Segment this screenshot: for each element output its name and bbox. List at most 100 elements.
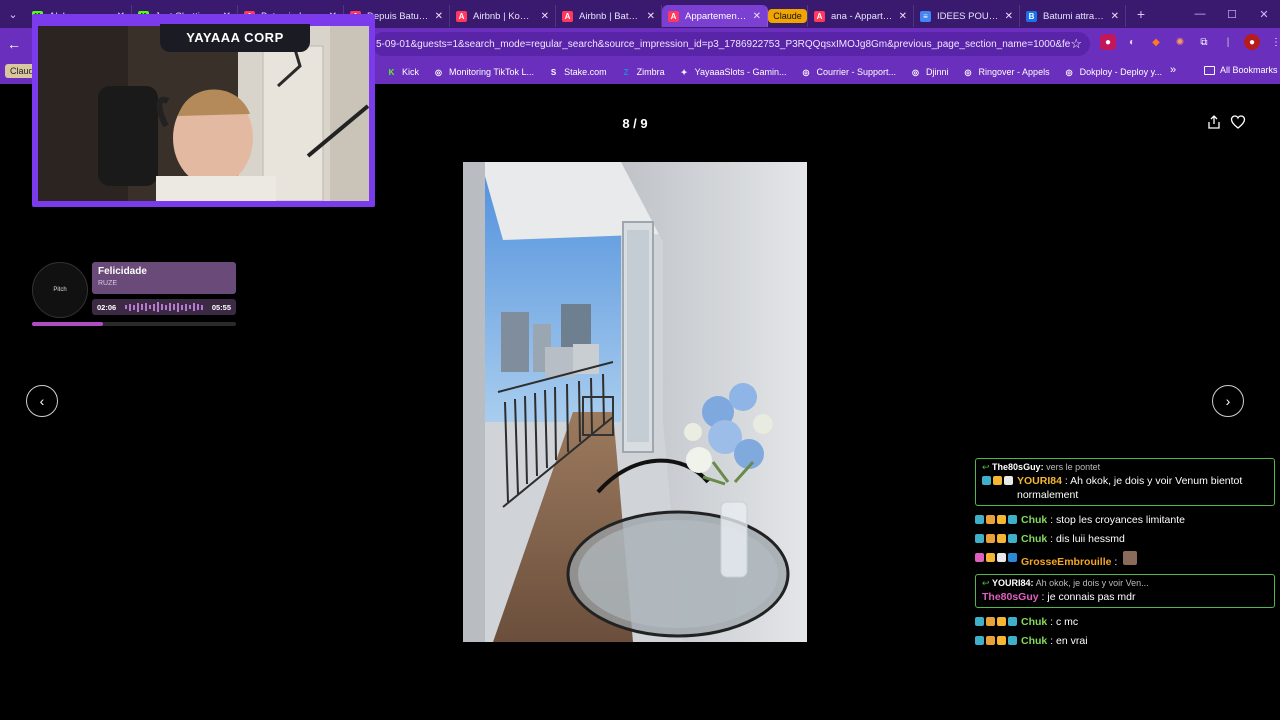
- chat-message: Chuk : en vrai: [975, 634, 1275, 648]
- bookmark-item[interactable]: ◎ Dokploy - Deploy y...: [1064, 67, 1162, 78]
- chat-badges: [975, 513, 1017, 524]
- all-bookmarks-label: All Bookmarks: [1220, 65, 1278, 75]
- tab-label: IDEES POUR LE: [937, 10, 999, 22]
- tab-favicon-icon: A: [562, 10, 573, 22]
- puzzle-icon[interactable]: ⧉: [1196, 34, 1212, 50]
- waveform-bar: [165, 304, 167, 310]
- bookmark-label: Dokploy - Deploy y...: [1079, 67, 1162, 77]
- waveform-bar: [177, 302, 179, 312]
- waveform-bar: [125, 305, 127, 309]
- heart-icon[interactable]: [1230, 114, 1246, 130]
- bookmark-item[interactable]: S Stake.com: [548, 67, 607, 78]
- chat-reply-reference: ↩ YOURI84: Ah okok, je dois y voir Ven..…: [982, 578, 1268, 589]
- waveform-bar: [133, 304, 135, 310]
- track-timeline: 02:06 05:55: [92, 299, 236, 315]
- reply-arrow-icon: ↩: [982, 462, 993, 472]
- extension-icon[interactable]: ●: [1100, 34, 1116, 50]
- all-bookmarks-button[interactable]: All Bookmarks: [1204, 65, 1278, 75]
- bookmark-star-icon[interactable]: ☆: [1070, 36, 1082, 52]
- tab-label: Appartement mo: [685, 10, 747, 22]
- browser-tab[interactable]: A Airbnb | Kobulet ✕: [450, 5, 556, 27]
- url-text[interactable]: 5-09-01&guests=1&search_mode=regular_sea…: [376, 39, 1070, 50]
- chat-username[interactable]: Chuk: [1021, 635, 1047, 647]
- next-photo-button[interactable]: ›: [1212, 385, 1244, 417]
- chat-body: Chuk : stop les croyances limitante: [1021, 513, 1185, 527]
- tab-search-icon[interactable]: ⌄: [0, 0, 26, 28]
- photo-counter: 8 / 9: [622, 116, 648, 131]
- chat-badge-icon: [1008, 617, 1017, 626]
- bookmark-icon: Z: [623, 67, 629, 77]
- minimize-icon[interactable]: —: [1184, 0, 1216, 28]
- bookmark-item[interactable]: ◎ Monitoring TikTok L...: [433, 67, 534, 78]
- chat-badge-icon: [975, 534, 984, 543]
- browser-tab[interactable]: A Appartement mo ✕: [662, 5, 768, 27]
- webcam-frame: YAYAAA CORP: [32, 14, 375, 207]
- browser-tab[interactable]: Aana - Appartem ✕: [808, 5, 914, 27]
- browser-tab[interactable]: A Airbnb | Batumi ✕: [556, 5, 662, 27]
- browser-tab[interactable]: ≡ IDEES POUR LE ✕: [914, 5, 1020, 27]
- reply-arrow-icon: ↩: [982, 578, 993, 588]
- tab-close-icon[interactable]: ✕: [541, 11, 549, 22]
- bookmark-item[interactable]: ✦ YayaaaSlots - Gamin...: [679, 67, 787, 78]
- chat-body: YOURI84 : Ah okok, je dois y voir Venum …: [1017, 474, 1268, 502]
- chat-username[interactable]: Chuk: [1021, 533, 1047, 545]
- bookmark-item[interactable]: ◎ Courrier - Support...: [800, 67, 896, 78]
- reply-username: The80sGuy:: [992, 462, 1044, 472]
- waveform-bar: [129, 303, 131, 311]
- chat-message: Chuk : stop les croyances limitante: [975, 513, 1275, 527]
- listing-photo: [463, 162, 807, 642]
- tab-close-icon[interactable]: ✕: [435, 11, 443, 22]
- share-icon[interactable]: [1206, 114, 1222, 130]
- chat-badge-icon: [986, 515, 995, 524]
- browser-tab[interactable]: B Batumi attractio ✕: [1020, 5, 1126, 27]
- chat-message: Chuk : dis luii hessmd: [975, 532, 1275, 546]
- chat-username[interactable]: The80sGuy: [982, 591, 1039, 603]
- waveform-bar: [181, 304, 183, 310]
- chat-message: YOURI84 : Ah okok, je dois y voir Venum …: [982, 474, 1268, 502]
- chat-reply-reference: ↩ The80sGuy: vers le pontet: [982, 462, 1268, 473]
- waveform-bar: [201, 304, 203, 310]
- extension-icon[interactable]: ✺: [1172, 34, 1188, 50]
- bookmark-icon: ◎: [964, 67, 972, 77]
- chat-badge-icon: [986, 534, 995, 543]
- tab-close-icon[interactable]: ✕: [647, 11, 655, 22]
- bookmark-icon: ✦: [680, 67, 688, 77]
- chat-username[interactable]: Chuk: [1021, 616, 1047, 628]
- chat-username[interactable]: YOURI84: [1017, 475, 1062, 487]
- chat-badges: [975, 634, 1017, 645]
- bookmark-item[interactable]: Z Zimbra: [621, 67, 665, 78]
- bookmark-item[interactable]: K Kick: [386, 67, 419, 78]
- close-window-icon[interactable]: ✕: [1248, 0, 1280, 28]
- track-progress-bar: [32, 322, 236, 326]
- chat-username[interactable]: Chuk: [1021, 514, 1047, 526]
- omnibox[interactable]: 5-09-01&guests=1&search_mode=regular_sea…: [372, 32, 1090, 56]
- chat-badge-icon: [993, 476, 1002, 485]
- chat-separator: :: [1047, 514, 1057, 526]
- maximize-icon[interactable]: ☐: [1216, 0, 1248, 28]
- tab-close-icon[interactable]: ✕: [753, 11, 761, 22]
- bookmark-item[interactable]: ◎ Ringover - Appels: [963, 67, 1050, 78]
- chat-reply: ↩ YOURI84: Ah okok, je dois y voir Ven..…: [975, 574, 1275, 608]
- now-playing-widget: Pitch Felicidade RUZE 02:06 05:55: [32, 262, 236, 328]
- bookmarks-overflow-icon[interactable]: »: [1170, 64, 1176, 76]
- avatar[interactable]: ●: [1244, 34, 1260, 50]
- previous-photo-button[interactable]: ‹: [26, 385, 58, 417]
- bookmark-icon: ◎: [435, 67, 442, 77]
- waveform-bar: [141, 304, 143, 310]
- back-button[interactable]: ←: [0, 30, 28, 58]
- menu-dots-icon[interactable]: ⋮: [1268, 34, 1280, 50]
- tab-favicon-icon: A: [668, 10, 679, 22]
- chat-username[interactable]: GrosseEmbrouille: [1021, 556, 1111, 568]
- tab-close-icon[interactable]: ✕: [899, 11, 907, 22]
- extension-icon[interactable]: ◆: [1148, 34, 1164, 50]
- tab-group-claude[interactable]: Claude: [768, 5, 808, 27]
- bookmark-label: Kick: [402, 67, 420, 77]
- extension-icon[interactable]: ◐: [1124, 34, 1140, 50]
- chat-badge-icon: [975, 617, 984, 626]
- tab-close-icon[interactable]: ✕: [1111, 11, 1119, 22]
- chat-badge-icon: [982, 476, 991, 485]
- bookmark-item[interactable]: ◎ Djinni: [910, 67, 949, 78]
- chat-badge-icon: [1008, 636, 1017, 645]
- tab-close-icon[interactable]: ✕: [1005, 11, 1013, 22]
- new-tab-button[interactable]: +: [1130, 3, 1152, 25]
